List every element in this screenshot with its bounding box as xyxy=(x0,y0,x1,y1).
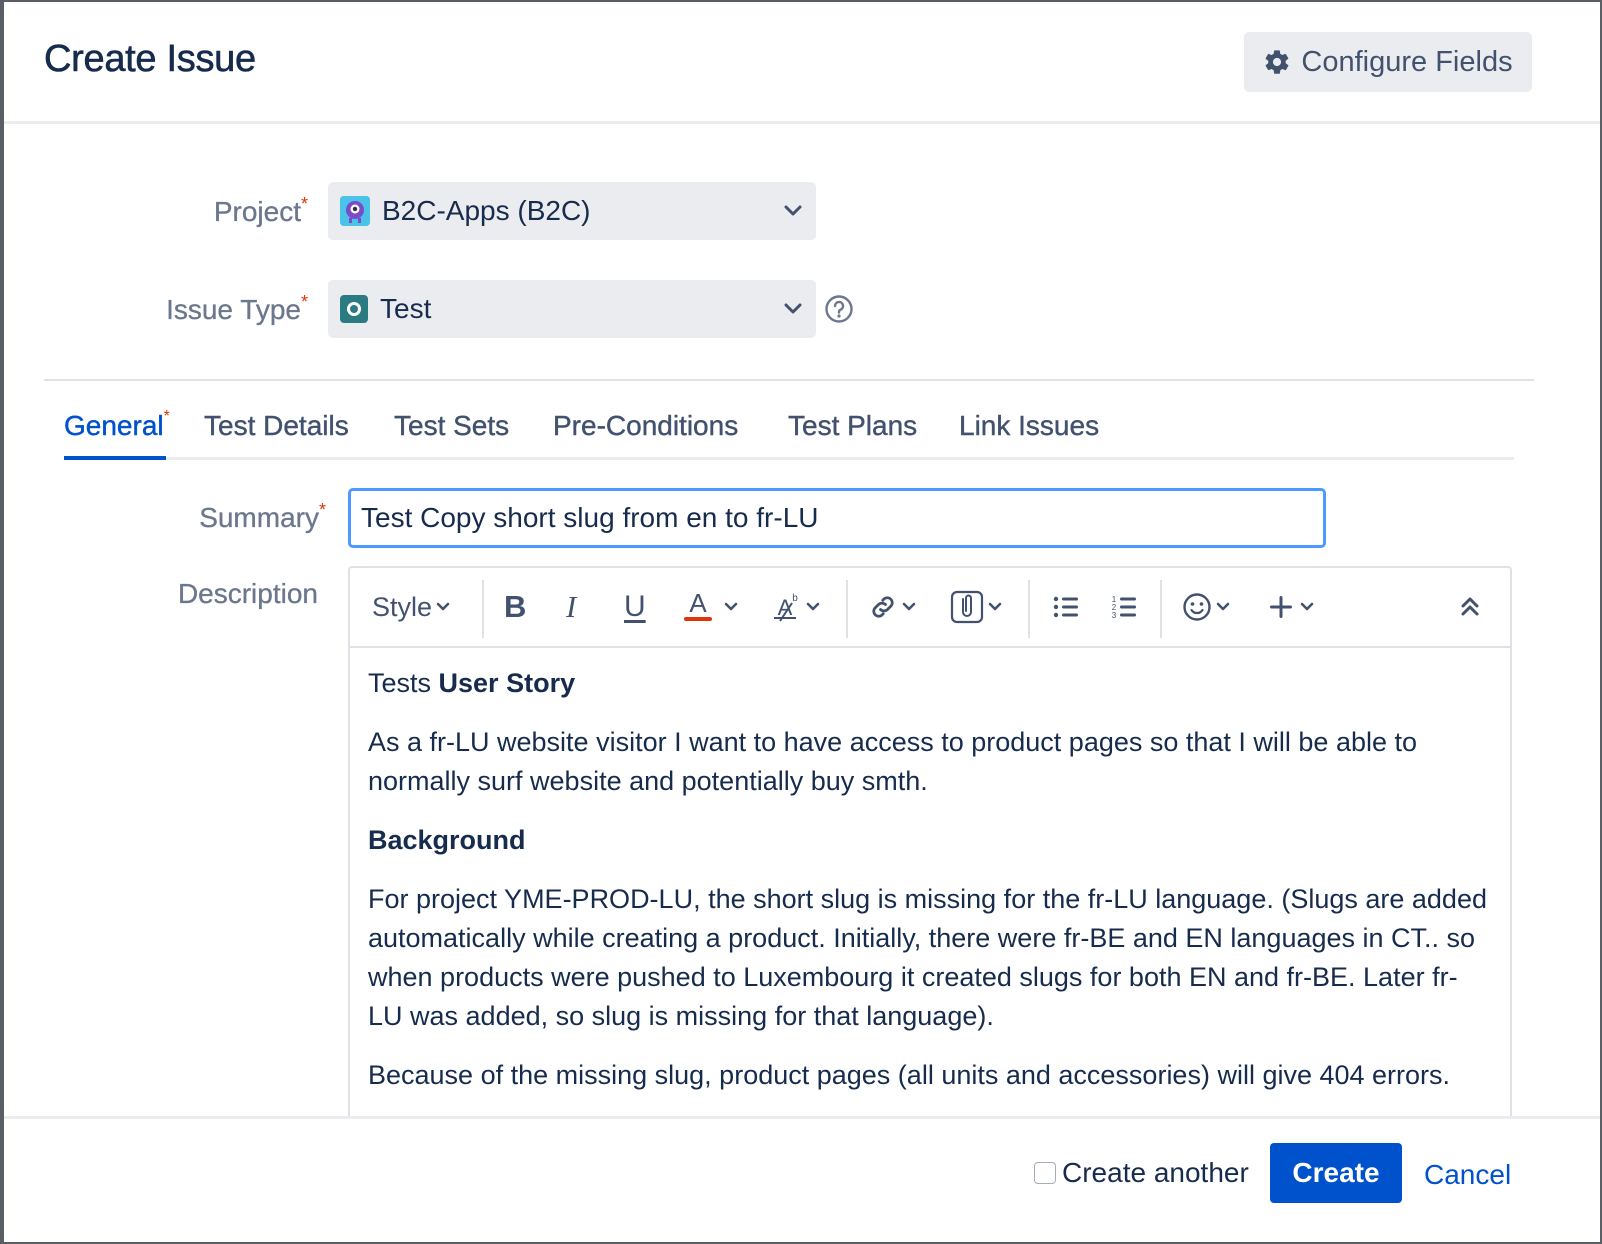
text-format-button[interactable]: Ab xyxy=(772,568,820,646)
form-divider xyxy=(44,379,1534,381)
checkbox-box[interactable] xyxy=(1034,1162,1056,1184)
bullet-list-icon xyxy=(1052,594,1080,620)
summary-label: Summary* xyxy=(199,500,326,533)
dialog-header: Create Issue Configure Fields xyxy=(4,2,1600,124)
bold-icon: B xyxy=(504,589,527,624)
create-issue-dialog: Create Issue Configure Fields Project* B… xyxy=(4,2,1600,1242)
issue-type-label: Issue Type* xyxy=(166,292,308,325)
attachment-icon xyxy=(950,590,984,624)
description-content[interactable]: Tests User Story As a fr-LU website visi… xyxy=(368,664,1492,1115)
toolbar-separator xyxy=(482,580,484,638)
chevron-down-icon xyxy=(988,602,1002,612)
link-icon xyxy=(868,592,898,622)
tab-test-sets[interactable]: Test Sets xyxy=(394,410,510,442)
active-tab-indicator xyxy=(64,456,166,460)
create-another-checkbox[interactable]: Create another xyxy=(1034,1157,1249,1189)
project-label: Project* xyxy=(213,194,308,227)
create-button[interactable]: Create xyxy=(1270,1143,1402,1203)
dialog-title: Create Issue xyxy=(44,38,257,81)
cancel-link[interactable]: Cancel xyxy=(1424,1159,1511,1191)
numbered-list-button[interactable]: 123 xyxy=(1110,568,1138,646)
italic-button[interactable]: I xyxy=(566,568,576,646)
chevron-down-icon xyxy=(806,602,820,612)
svg-text:A: A xyxy=(778,595,793,620)
tab-test-plans[interactable]: Test Plans xyxy=(788,410,918,442)
project-select[interactable]: B2C-Apps (B2C) xyxy=(328,182,816,240)
underline-button[interactable]: U xyxy=(624,568,646,646)
test-issue-type-icon xyxy=(340,295,368,323)
text-color-icon: A xyxy=(682,590,714,624)
chevron-down-icon xyxy=(1300,602,1314,612)
bold-button[interactable]: B xyxy=(504,568,526,646)
chevron-down-icon xyxy=(436,602,450,612)
gear-icon xyxy=(1263,48,1291,76)
project-value: B2C-Apps (B2C) xyxy=(382,195,591,226)
toolbar-separator xyxy=(1028,580,1030,638)
chevron-down-icon xyxy=(784,205,802,217)
svg-text:b: b xyxy=(792,593,798,604)
dialog-footer: Create another Create Cancel xyxy=(4,1116,1600,1242)
tab-pre-conditions[interactable]: Pre-Conditions xyxy=(553,410,739,442)
toolbar-separator xyxy=(846,580,848,638)
help-icon[interactable] xyxy=(824,294,854,324)
tab-link-issues[interactable]: Link Issues xyxy=(959,410,1099,442)
tab-test-details[interactable]: Test Details xyxy=(204,410,349,442)
chevron-down-icon xyxy=(1216,602,1230,612)
text-format-icon: Ab xyxy=(772,591,802,623)
project-avatar-icon xyxy=(340,196,370,226)
configure-fields-label: Configure Fields xyxy=(1301,45,1513,78)
chevron-down-icon xyxy=(724,602,738,612)
issue-type-value: Test xyxy=(380,293,432,324)
bullet-list-button[interactable] xyxy=(1052,568,1080,646)
collapse-icon xyxy=(1460,595,1480,619)
svg-text:A: A xyxy=(689,590,707,618)
style-label: Style xyxy=(372,591,433,622)
insert-more-button[interactable] xyxy=(1268,568,1314,646)
chevron-down-icon xyxy=(784,303,802,315)
tab-general[interactable]: General* xyxy=(64,408,170,442)
emoji-icon xyxy=(1182,592,1212,622)
style-dropdown[interactable]: Style xyxy=(372,568,450,646)
description-paragraph: Background xyxy=(368,825,526,855)
description-paragraph: For project YME-PROD-LU, the short slug … xyxy=(368,884,1487,1031)
svg-text:3: 3 xyxy=(1112,611,1117,620)
plus-icon xyxy=(1268,594,1294,620)
summary-input[interactable] xyxy=(348,488,1326,548)
underline-icon: U xyxy=(624,590,646,623)
description-paragraph: As a fr-LU website visitor I want to hav… xyxy=(368,727,1418,796)
collapse-toolbar-button[interactable] xyxy=(1460,568,1480,646)
emoji-button[interactable] xyxy=(1182,568,1230,646)
configure-fields-button[interactable]: Configure Fields xyxy=(1244,32,1532,92)
tab-bar: General* Test Details Test Sets Pre-Cond… xyxy=(64,398,1514,460)
numbered-list-icon: 123 xyxy=(1110,593,1138,621)
description-paragraph: Because of the missing slug, product pag… xyxy=(368,1060,1451,1090)
issue-type-select[interactable]: Test xyxy=(328,280,816,338)
attachment-button[interactable] xyxy=(950,568,1002,646)
description-paragraph: Tests User Story xyxy=(368,668,576,698)
link-button[interactable] xyxy=(868,568,916,646)
editor-toolbar: Style B I U A Ab 1 2 3 xyxy=(350,568,1510,648)
italic-icon: I xyxy=(566,589,577,624)
create-another-label: Create another xyxy=(1062,1157,1249,1188)
description-label: Description xyxy=(177,578,318,609)
text-color-button[interactable]: A xyxy=(682,568,738,646)
toolbar-separator xyxy=(1160,580,1162,638)
chevron-down-icon xyxy=(902,602,916,612)
